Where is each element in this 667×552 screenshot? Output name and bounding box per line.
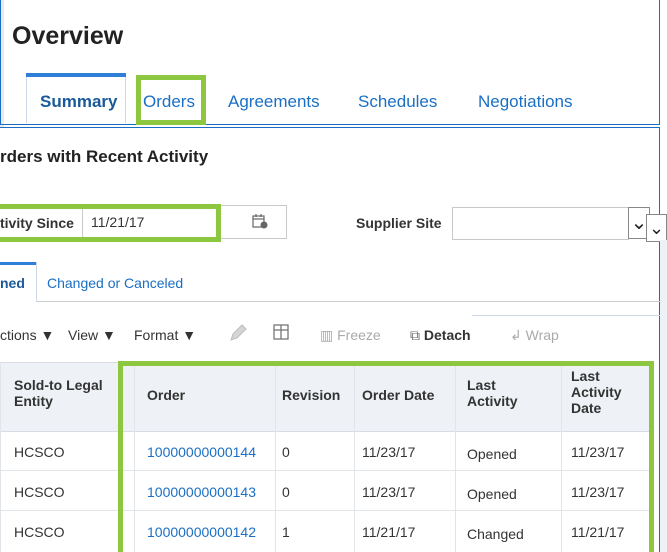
activity-since-highlight xyxy=(0,204,221,242)
page-title: Overview xyxy=(12,22,124,50)
view-menu[interactable]: View ▼ xyxy=(68,327,116,343)
detach-icon: ⧉ xyxy=(410,327,424,343)
orders-tab-highlight xyxy=(136,75,206,125)
subtab-opened[interactable]: ned xyxy=(0,275,25,291)
chevron-down-icon: ⌄ xyxy=(630,212,648,234)
chevron-down-icon: ⌄ xyxy=(648,218,665,238)
calendar-icon[interactable] xyxy=(252,213,268,229)
recent-activity-title: rders with Recent Activity xyxy=(0,147,209,166)
edit-pencil-icon[interactable] xyxy=(228,323,248,343)
query-by-example-icon[interactable] xyxy=(271,322,291,342)
outer-dropdown-button[interactable]: ⌄ xyxy=(646,214,667,242)
column-separator xyxy=(0,362,1,552)
toolbar-separator xyxy=(472,315,667,316)
detach-label: Detach xyxy=(423,327,471,343)
freeze-button[interactable]: ▥ Freeze xyxy=(320,327,381,344)
tab-schedules[interactable]: Schedules xyxy=(358,92,437,112)
column-header-sold-to[interactable]: Sold-to Legal Entity xyxy=(14,377,124,409)
cell-sold-to: HCSCO xyxy=(14,444,65,460)
freeze-label: Freeze xyxy=(337,327,381,343)
order-columns-highlight xyxy=(118,361,654,552)
subtab-baseline xyxy=(36,301,660,302)
cell-sold-to: HCSCO xyxy=(14,524,65,540)
tab-summary-indicator xyxy=(26,73,126,77)
detach-button[interactable]: ⧉ Detach xyxy=(410,327,471,344)
subtab-opened-indicator xyxy=(0,262,36,265)
cell-sold-to: HCSCO xyxy=(14,484,65,500)
wrap-icon: ↲ xyxy=(510,327,526,343)
supplier-site-input[interactable] xyxy=(452,207,629,240)
freeze-icon: ▥ xyxy=(320,327,338,343)
tab-summary[interactable]: Summary xyxy=(40,92,117,112)
format-menu[interactable]: Format ▼ xyxy=(134,327,196,343)
wrap-label: Wrap xyxy=(525,327,559,343)
actions-menu[interactable]: ctions ▼ xyxy=(0,327,54,343)
wrap-button[interactable]: ↲ Wrap xyxy=(510,327,559,344)
supplier-site-label: Supplier Site xyxy=(356,215,442,231)
tab-agreements[interactable]: Agreements xyxy=(228,92,320,112)
tab-negotiations[interactable]: Negotiations xyxy=(478,92,573,112)
right-edge-strip xyxy=(660,240,667,552)
subtab-divider xyxy=(36,262,37,302)
subtab-changed-or-canceled[interactable]: Changed or Canceled xyxy=(47,275,183,291)
